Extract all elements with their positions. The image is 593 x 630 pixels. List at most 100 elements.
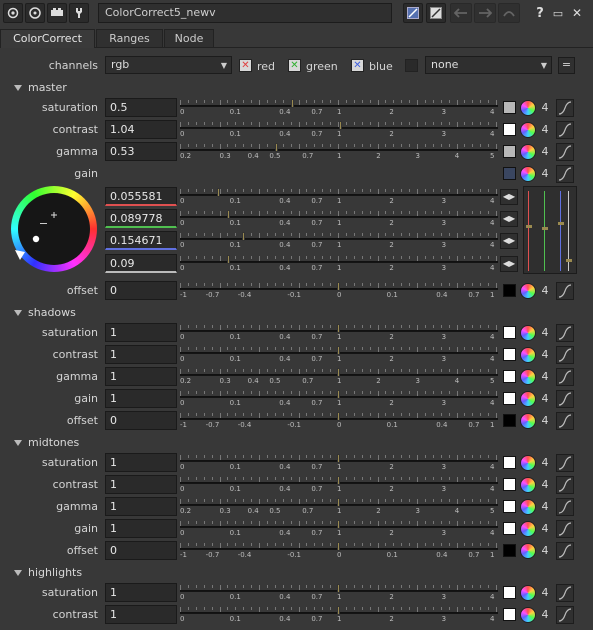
- help-icon[interactable]: ?: [530, 3, 550, 23]
- panel-settings-icon[interactable]: [25, 3, 45, 23]
- green-gain-slider[interactable]: [544, 191, 545, 271]
- slider-handle[interactable]: [337, 520, 340, 529]
- color-wheel-icon[interactable]: [520, 521, 536, 537]
- slider-handle[interactable]: [339, 121, 343, 130]
- color-swatch-button[interactable]: [503, 544, 516, 557]
- channel-count-button[interactable]: 4: [538, 584, 552, 602]
- slider-handle[interactable]: [227, 255, 231, 264]
- gain-vertical-sliders[interactable]: [523, 186, 577, 274]
- channel-count-button[interactable]: 4: [538, 346, 552, 364]
- curve-editor-icon[interactable]: [556, 346, 574, 364]
- param-value-field[interactable]: 1: [105, 475, 177, 494]
- slider-track[interactable]: [180, 149, 498, 151]
- param-value-field[interactable]: 0: [105, 541, 177, 560]
- value-slider[interactable]: 0.2 0.3 0.4 0.5 0.7 1 2 3 4 5: [180, 367, 498, 387]
- gain-channel-field[interactable]: 0.089778: [105, 209, 177, 228]
- curve-editor-icon[interactable]: [556, 165, 574, 183]
- value-slider[interactable]: -1 -0.7 -0.4 -0.1 0 0.1 0.4 0.7 1: [180, 281, 498, 301]
- param-value-field[interactable]: 1: [105, 453, 177, 472]
- value-slider[interactable]: 0.2 0.3 0.4 0.5 0.7 1 2 3 4 5: [180, 142, 498, 162]
- collapse-triangle-icon[interactable]: [14, 440, 22, 446]
- channel-count-button[interactable]: 4: [538, 282, 552, 300]
- value-slider[interactable]: 0 0.1 0.4 0.7 1 2 3 4: [180, 453, 498, 473]
- node-graph-icon[interactable]: [47, 3, 67, 23]
- value-slider[interactable]: -1 -0.7 -0.4 -0.1 0 0.1 0.4 0.7 1: [180, 541, 498, 561]
- value-slider[interactable]: 0 0.1 0.4 0.7 1 2 3 4: [180, 519, 498, 539]
- param-value-field[interactable]: 1: [105, 389, 177, 408]
- channel-count-button[interactable]: 4: [538, 476, 552, 494]
- slider-handle[interactable]: [291, 99, 295, 108]
- curve-editor-icon[interactable]: [556, 390, 574, 408]
- param-value-field[interactable]: 0.5: [105, 98, 177, 117]
- value-slider[interactable]: 0 0.1 0.4 0.7 1 2 3 4: [180, 98, 498, 118]
- channel-count-button[interactable]: 4: [538, 412, 552, 430]
- channel-count-button[interactable]: 4: [538, 542, 552, 560]
- green-gain-handle[interactable]: [542, 227, 548, 230]
- section-master[interactable]: master: [14, 81, 67, 94]
- param-value-field[interactable]: 1: [105, 323, 177, 342]
- color-swatch-button[interactable]: [503, 348, 516, 361]
- value-slider[interactable]: 0 0.1 0.4 0.7 1 2 3 4: [180, 389, 498, 409]
- channel-count-button[interactable]: 4: [538, 368, 552, 386]
- channel-count-button[interactable]: 4: [538, 121, 552, 139]
- slider-handle[interactable]: [227, 210, 231, 219]
- channel-count-button[interactable]: 4: [538, 454, 552, 472]
- close-icon[interactable]: ✕: [567, 3, 587, 23]
- color-wheel-icon[interactable]: [520, 499, 536, 515]
- param-value-field[interactable]: 1: [105, 367, 177, 386]
- value-slider[interactable]: 0 0.1 0.4 0.7 1 2 3 4: [180, 475, 498, 495]
- color-swatch-button[interactable]: [503, 522, 516, 535]
- slider-handle[interactable]: [275, 143, 279, 152]
- gain-swatch-button[interactable]: [503, 167, 516, 180]
- channel-arrows-button[interactable]: ◀▶: [500, 189, 518, 205]
- tab-colorcorrect[interactable]: ColorCorrect: [0, 29, 95, 48]
- blue-gain-slider[interactable]: [560, 191, 561, 271]
- wrench-icon[interactable]: [69, 3, 89, 23]
- slider-handle[interactable]: [337, 282, 340, 291]
- color-swatch-button[interactable]: [503, 608, 516, 621]
- color-wheel-icon[interactable]: [520, 325, 536, 341]
- color-swatch-button[interactable]: [503, 414, 516, 427]
- slider-handle[interactable]: [337, 476, 340, 485]
- channel-count-button[interactable]: 4: [538, 606, 552, 624]
- undo-icon[interactable]: [450, 3, 472, 23]
- channels-dropdown[interactable]: rgb ▼: [105, 56, 232, 74]
- value-slider[interactable]: 0 0.1 0.4 0.7 1 2 3 4: [180, 209, 498, 229]
- curve-editor-icon[interactable]: [556, 368, 574, 386]
- tab-node[interactable]: Node: [164, 29, 214, 47]
- slider-handle[interactable]: [337, 324, 340, 333]
- channel-count-button[interactable]: 4: [538, 520, 552, 538]
- color-wheel-icon[interactable]: [520, 455, 536, 471]
- mask-toggle-icon[interactable]: [426, 3, 446, 23]
- panel-menu-icon[interactable]: [3, 3, 23, 23]
- curve-editor-icon[interactable]: [556, 282, 574, 300]
- revert-icon[interactable]: [498, 3, 520, 23]
- curve-editor-icon[interactable]: [556, 121, 574, 139]
- color-wheel-icon[interactable]: [520, 607, 536, 623]
- slider-track[interactable]: [180, 238, 498, 240]
- color-wheel-icon[interactable]: [520, 413, 536, 429]
- curve-editor-icon[interactable]: [556, 454, 574, 472]
- color-swatch-button[interactable]: [503, 101, 516, 114]
- slider-handle[interactable]: [241, 232, 245, 241]
- value-slider[interactable]: 0.2 0.3 0.4 0.5 0.7 1 2 3 4 5: [180, 497, 498, 517]
- curve-editor-icon[interactable]: [556, 476, 574, 494]
- curve-editor-icon[interactable]: [556, 324, 574, 342]
- collapse-triangle-icon[interactable]: [14, 570, 22, 576]
- curve-editor-icon[interactable]: [556, 606, 574, 624]
- color-swatch-button[interactable]: [503, 478, 516, 491]
- value-slider[interactable]: -1 -0.7 -0.4 -0.1 0 0.1 0.4 0.7 1: [180, 411, 498, 431]
- float-icon[interactable]: ▭: [548, 3, 568, 23]
- color-wheel-icon[interactable]: [520, 100, 536, 116]
- param-value-field[interactable]: 1: [105, 605, 177, 624]
- value-slider[interactable]: 0 0.1 0.4 0.7 1 2 3 4: [180, 231, 498, 251]
- slider-handle[interactable]: [337, 368, 340, 377]
- color-wheel-icon[interactable]: [520, 369, 536, 385]
- param-value-field[interactable]: 0.53: [105, 142, 177, 161]
- redo-icon[interactable]: [474, 3, 496, 23]
- channel-arrows-button[interactable]: ◀▶: [500, 233, 518, 249]
- value-slider[interactable]: 0 0.1 0.4 0.7 1 2 3 4: [180, 345, 498, 365]
- slider-handle[interactable]: [337, 584, 340, 593]
- blue-gain-handle[interactable]: [558, 222, 564, 225]
- channel-count-button[interactable]: 4: [538, 324, 552, 342]
